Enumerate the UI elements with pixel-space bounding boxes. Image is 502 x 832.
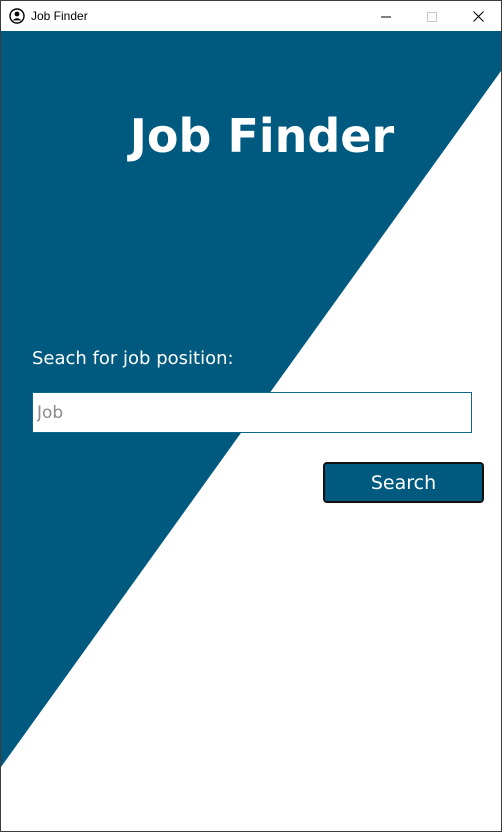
close-button[interactable] <box>455 1 501 31</box>
search-input[interactable] <box>32 392 472 433</box>
app-window: Job Finder Job Finder Seach for job posi… <box>0 0 502 832</box>
close-icon <box>472 7 484 26</box>
search-label: Seach for job position: <box>32 348 234 369</box>
main-content: Job Finder Seach for job position: Searc… <box>1 31 501 831</box>
person-search-icon <box>9 8 25 24</box>
search-button[interactable]: Search <box>323 462 484 503</box>
minimize-button[interactable] <box>363 1 409 31</box>
page-title: Job Finder <box>129 109 395 163</box>
maximize-icon <box>427 7 437 26</box>
minimize-icon <box>381 7 391 26</box>
maximize-button[interactable] <box>409 1 455 31</box>
title-bar[interactable]: Job Finder <box>1 1 501 31</box>
window-title: Job Finder <box>31 9 88 23</box>
